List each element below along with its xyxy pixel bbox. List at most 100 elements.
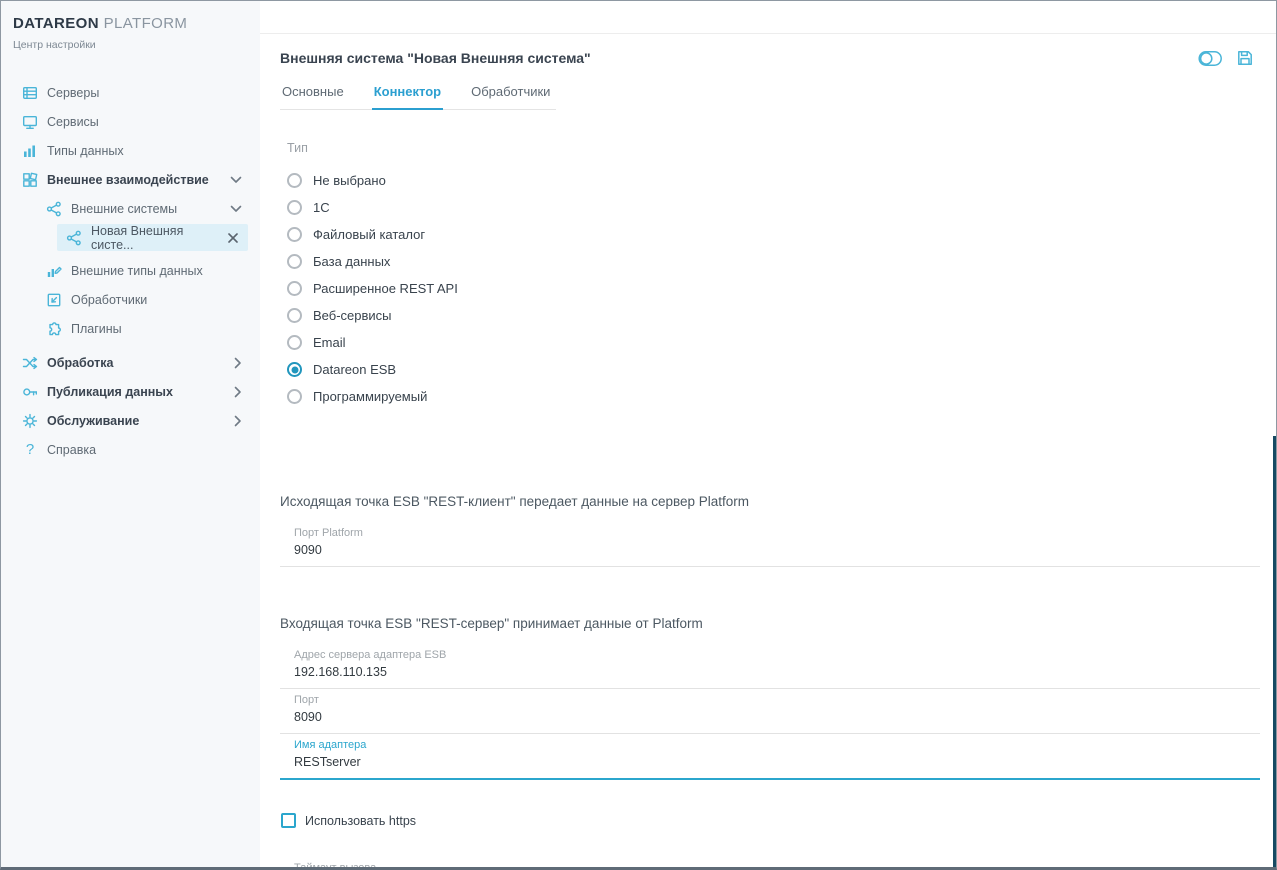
outgoing-section-heading: Исходящая точка ESB "REST-клиент" переда…: [280, 494, 1260, 509]
radio-icon: [287, 335, 302, 350]
sidebar-item-label: Обработчики: [71, 293, 147, 307]
adapter-name-field[interactable]: Имя адаптера RESTserver: [280, 734, 1260, 780]
sidebar-item-label: Внешнее взаимодействие: [47, 173, 209, 187]
sidebar-item-data-types[interactable]: Типы данных: [1, 136, 260, 165]
sidebar-item-maintenance[interactable]: Обслуживание: [1, 406, 260, 435]
sidebar-item-new-external-system[interactable]: Новая Внешняя систе...: [57, 224, 248, 251]
chevron-right-icon[interactable]: [234, 357, 242, 369]
sidebar-item-external-data-types[interactable]: Внешние типы данных: [1, 256, 260, 285]
data-types-icon: [21, 142, 39, 160]
main-area: Внешняя система "Новая Внешняя система": [260, 1, 1276, 867]
radio-icon: [287, 389, 302, 404]
chevron-right-icon[interactable]: [234, 386, 242, 398]
radio-icon: [287, 200, 302, 215]
external-interaction-icon: [21, 171, 39, 189]
top-bar: [260, 1, 1276, 34]
tab-bar: Основные Коннектор Обработчики: [280, 84, 556, 110]
sidebar-item-handlers[interactable]: Обработчики: [1, 285, 260, 314]
incoming-section-heading: Входящая точка ESB "REST-сервер" принима…: [280, 616, 1260, 631]
checkbox-icon[interactable]: [281, 813, 296, 828]
radio-datareon-esb[interactable]: Datareon ESB: [287, 356, 1260, 383]
radio-icon: [287, 362, 302, 377]
sidebar: DATAREON PLATFORM Центр настройки Сервер…: [1, 1, 260, 867]
maintenance-icon: [21, 412, 39, 430]
sidebar-item-plugins[interactable]: Плагины: [1, 314, 260, 343]
sidebar-item-label: Сервисы: [47, 115, 99, 129]
external-systems-icon: [45, 200, 63, 218]
logo-secondary: PLATFORM: [104, 15, 188, 32]
sidebar-item-label: Публикация данных: [47, 385, 173, 399]
use-https-label: Использовать https: [305, 814, 416, 828]
content: Внешняя система "Новая Внешняя система": [260, 34, 1276, 867]
radio-file-catalog[interactable]: Файловый каталог: [287, 221, 1260, 248]
radio-icon: [287, 173, 302, 188]
logo-primary: DATAREON: [13, 15, 99, 32]
sidebar-item-processing[interactable]: Обработка: [1, 348, 260, 377]
type-radio-group: Не выбрано 1С Файловый каталог База данн…: [287, 167, 1260, 410]
use-https-row[interactable]: Использовать https: [281, 813, 1260, 828]
external-data-types-icon: [45, 262, 63, 280]
handlers-icon: [45, 291, 63, 309]
close-icon[interactable]: [228, 233, 238, 243]
sidebar-item-label: Серверы: [47, 86, 99, 100]
radio-database[interactable]: База данных: [287, 248, 1260, 275]
field-label: Таймаут вызова: [294, 857, 1260, 867]
sidebar-item-external-systems[interactable]: Внешние системы: [1, 194, 260, 223]
port-platform-field[interactable]: Порт Platform 9090: [280, 522, 1260, 567]
field-label: Адрес сервера адаптера ESB: [294, 644, 1260, 661]
port-platform-input[interactable]: 9090: [294, 543, 1260, 566]
radio-1c[interactable]: 1С: [287, 194, 1260, 221]
tab-handlers[interactable]: Обработчики: [469, 84, 552, 109]
tab-connector[interactable]: Коннектор: [372, 84, 443, 110]
field-label: Имя адаптера: [294, 734, 1260, 751]
sidebar-item-label: Типы данных: [47, 144, 124, 158]
radio-icon: [287, 308, 302, 323]
header-icons: [1198, 49, 1260, 67]
esb-adapter-address-input[interactable]: 192.168.110.135: [294, 665, 1260, 688]
radio-extended-rest-api[interactable]: Расширенное REST API: [287, 275, 1260, 302]
radio-not-selected[interactable]: Не выбрано: [287, 167, 1260, 194]
radio-web-services[interactable]: Веб-сервисы: [287, 302, 1260, 329]
sidebar-item-data-publication[interactable]: Публикация данных: [1, 377, 260, 406]
page-title: Внешняя система "Новая Внешняя система": [280, 50, 591, 66]
chevron-down-icon[interactable]: [230, 205, 242, 213]
sidebar-item-help[interactable]: ? Справка: [1, 435, 260, 464]
call-timeout-field[interactable]: Таймаут вызова 10 Сек: [280, 857, 1260, 867]
sidebar-item-label: Внешние системы: [71, 202, 177, 216]
save-icon[interactable]: [1236, 49, 1254, 67]
compare-toggle-icon[interactable]: [1198, 50, 1223, 67]
processing-icon: [21, 354, 39, 372]
sidebar-item-services[interactable]: Сервисы: [1, 107, 260, 136]
type-group-label: Тип: [287, 141, 1260, 155]
sidebar-item-label: Внешние типы данных: [71, 264, 203, 278]
chevron-down-icon[interactable]: [230, 176, 242, 184]
sidebar-item-label: Новая Внешняя систе...: [91, 224, 228, 252]
field-label: Порт: [294, 689, 1260, 706]
app-window: DATAREON PLATFORM Центр настройки Сервер…: [0, 0, 1277, 870]
sidebar-item-label: Обработка: [47, 356, 113, 370]
radio-icon: [287, 281, 302, 296]
radio-email[interactable]: Email: [287, 329, 1260, 356]
data-publication-icon: [21, 383, 39, 401]
port-field[interactable]: Порт 8090: [280, 689, 1260, 734]
sidebar-item-label: Справка: [47, 443, 96, 457]
plugins-icon: [45, 320, 63, 338]
esb-adapter-address-field[interactable]: Адрес сервера адаптера ESB 192.168.110.1…: [280, 644, 1260, 689]
logo-subtitle: Центр настройки: [13, 39, 248, 51]
sidebar-item-external-interaction[interactable]: Внешнее взаимодействие: [1, 165, 260, 194]
sidebar-selected-row: Новая Внешняя систе...: [1, 223, 260, 252]
sidebar-item-label: Плагины: [71, 322, 122, 336]
adapter-name-input[interactable]: RESTserver: [294, 755, 1260, 778]
sidebar-item-servers[interactable]: Серверы: [1, 78, 260, 107]
scrollbar-thumb[interactable]: [1273, 436, 1276, 870]
port-input[interactable]: 8090: [294, 710, 1260, 733]
field-label: Порт Platform: [294, 522, 1260, 539]
chevron-right-icon[interactable]: [234, 415, 242, 427]
radio-programmable[interactable]: Программируемый: [287, 383, 1260, 410]
external-system-icon: [65, 229, 83, 247]
sidebar-item-label: Обслуживание: [47, 414, 139, 428]
services-icon: [21, 113, 39, 131]
logo: DATAREON PLATFORM Центр настройки: [1, 13, 260, 51]
radio-icon: [287, 254, 302, 269]
tab-main[interactable]: Основные: [280, 84, 346, 109]
